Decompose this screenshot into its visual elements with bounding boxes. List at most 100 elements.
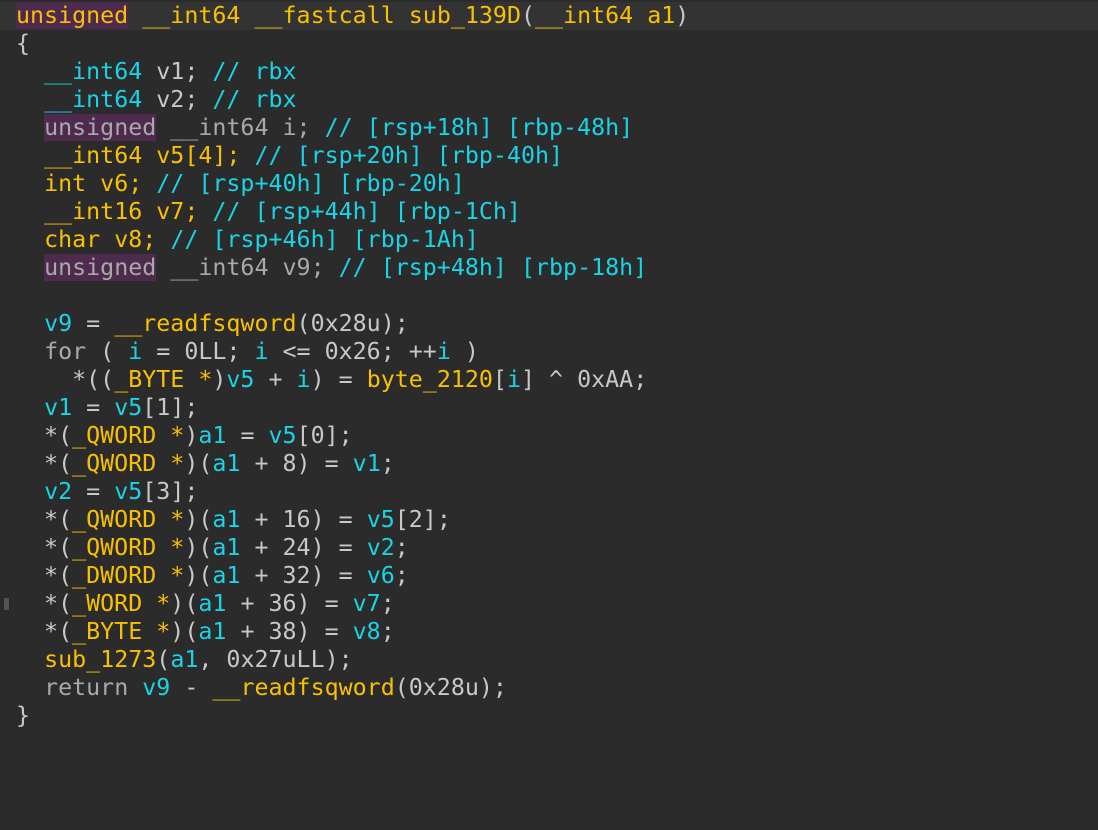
code-token: a1 [170, 646, 199, 673]
code-token: __int64 v9; [156, 254, 339, 281]
code-token: _QWORD * [72, 450, 185, 477]
code-token: [ [492, 366, 507, 393]
code-token: v8; [100, 226, 171, 253]
code-token: a1 [198, 618, 227, 645]
code-token: a1 [212, 534, 241, 561]
code-token: _QWORD * [72, 534, 185, 561]
code-token: for [44, 338, 87, 365]
code-line[interactable]: *((_BYTE *)v5 + i) = byte_2120[i] ^ 0xAA… [16, 366, 647, 394]
code-token: *( [16, 506, 73, 533]
code-token: v7 [352, 590, 381, 617]
code-line[interactable]: *(_QWORD *)a1 = v5[0]; [16, 422, 353, 450]
code-token: _WORD * [72, 590, 171, 617]
code-line[interactable]: *(_QWORD *)(a1 + 16) = v5[2]; [16, 506, 451, 534]
code-line[interactable]: unsigned __int64 i; // [rsp+18h] [rbp-48… [16, 114, 633, 142]
code-line[interactable]: v9 = __readfsqword(0x28u); [16, 310, 409, 338]
code-line[interactable]: __int16 v7; // [rsp+44h] [rbp-1Ch] [16, 198, 521, 226]
code-line[interactable]: } [16, 702, 30, 730]
code-token: ( [156, 646, 171, 673]
code-token: )( [170, 618, 199, 645]
code-line[interactable]: __int64 v2; // rbx [16, 86, 296, 114]
code-token: v2; [142, 86, 213, 113]
code-token: _QWORD * [72, 506, 185, 533]
code-line[interactable]: __int64 v1; // rbx [16, 58, 297, 86]
code-token: [1]; [142, 394, 199, 421]
code-token: ) [675, 2, 690, 29]
code-line[interactable]: int v6; // [rsp+40h] [rbp-20h] [16, 170, 465, 198]
code-token: + [254, 366, 297, 393]
code-line[interactable]: return v9 - __readfsqword(0x28u); [16, 674, 507, 702]
code-token: )( [184, 450, 213, 477]
code-line[interactable]: *(_DWORD *)(a1 + 32) = v6; [16, 562, 409, 590]
code-token: v1; [142, 58, 213, 85]
code-line[interactable]: *(_BYTE *)(a1 + 38) = v8; [16, 618, 395, 646]
code-token: __readfsqword [212, 674, 395, 701]
code-line[interactable]: v2 = v5[3]; [16, 478, 198, 506]
code-token: // [rsp+46h] [rbp-1Ah] [170, 226, 479, 253]
code-token: ) [212, 366, 227, 393]
code-token: // rbx [212, 58, 297, 85]
code-token: + 36) = [226, 590, 353, 617]
code-token: = [72, 310, 115, 337]
code-token: [0]; [296, 422, 353, 449]
code-line[interactable]: { [16, 30, 30, 58]
code-token: i [436, 338, 451, 365]
code-line[interactable]: unsigned __int64 v9; // [rsp+48h] [rbp-1… [16, 254, 647, 282]
code-token: v6; [86, 170, 157, 197]
code-line[interactable]: *(_QWORD *)(a1 + 8) = v1; [16, 450, 395, 478]
code-token: a1 [212, 562, 241, 589]
code-token: sub_1273 [44, 646, 157, 673]
code-token: + 8) = [240, 450, 353, 477]
code-token: *( [16, 534, 73, 561]
code-token: v8 [352, 618, 381, 645]
code-line[interactable]: char v8; // [rsp+46h] [rbp-1Ah] [16, 226, 479, 254]
code-token: [2]; [394, 506, 451, 533]
code-token: )( [184, 534, 213, 561]
code-token: - [170, 674, 213, 701]
code-token: a1 [212, 450, 241, 477]
code-token: v6 [366, 562, 395, 589]
code-token: a1 [212, 506, 241, 533]
pseudocode-editor[interactable]: unsigned __int64 __fastcall sub_139D(__i… [0, 0, 1098, 830]
code-token: ; [394, 534, 409, 561]
code-token: a1 [198, 422, 227, 449]
code-token: ; [380, 590, 395, 617]
code-token: v5 [268, 422, 297, 449]
code-token: v1 [44, 394, 73, 421]
code-line[interactable]: sub_1273(a1, 0x27uLL); [16, 646, 353, 674]
code-token: return [44, 674, 129, 701]
code-token: v7; [142, 198, 213, 225]
code-token: , 0x27uLL); [198, 646, 353, 673]
code-token: _DWORD * [72, 562, 185, 589]
code-token: = 0LL; [142, 338, 255, 365]
code-token: v5 [226, 366, 255, 393]
code-token: v9 [142, 674, 171, 701]
code-line[interactable]: *(_WORD *)(a1 + 36) = v7; [16, 590, 395, 618]
code-token: + 16) = [240, 506, 367, 533]
code-line[interactable]: v1 = v5[1]; [16, 394, 198, 422]
code-token: v2 [44, 478, 73, 505]
code-line[interactable]: *(_QWORD *)(a1 + 24) = v2; [16, 534, 409, 562]
code-token: + 32) = [240, 562, 367, 589]
code-line[interactable]: for ( i = 0LL; i <= 0x26; ++i ) [16, 338, 479, 366]
code-token: [3]; [142, 478, 199, 505]
code-token: i [296, 366, 311, 393]
code-token: ; [394, 562, 409, 589]
code-token: unsigned [44, 114, 157, 141]
code-token: ( [520, 2, 536, 29]
code-token: // [rsp+18h] [rbp-48h] [324, 114, 634, 141]
code-line[interactable]: __int64 v5[4]; // [rsp+20h] [rbp-40h] [16, 142, 563, 170]
code-line[interactable]: unsigned __int64 __fastcall sub_139D(__i… [0, 2, 1098, 30]
code-token: __int64 i; [156, 114, 325, 141]
code-token: = [72, 394, 115, 421]
